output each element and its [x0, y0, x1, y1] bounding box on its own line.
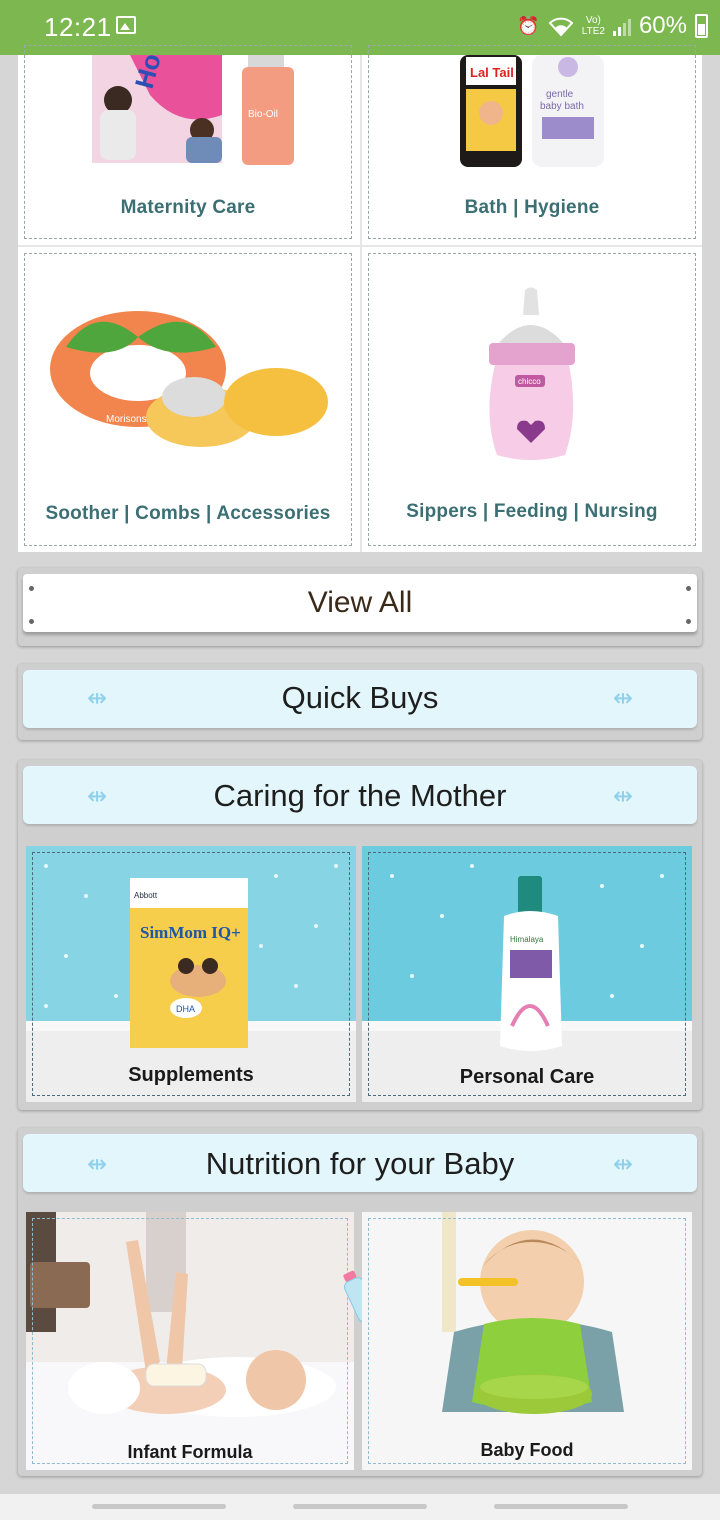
- category-soother-combs-accessories[interactable]: Morisons Soother | Combs | Accessories: [18, 247, 358, 552]
- category-maternity-care[interactable]: Horlicks Bio-Oil Maternity Care: [18, 45, 358, 245]
- svg-text:Bio-Oil: Bio-Oil: [248, 109, 278, 120]
- tile-label: Supplements: [128, 1064, 254, 1086]
- feeding-bottle-image: chicco: [489, 287, 575, 460]
- nav-recents-button[interactable]: [92, 1504, 226, 1509]
- tile-personal-care[interactable]: Himalaya Personal Care: [362, 846, 692, 1102]
- system-navigation-bar: [0, 1494, 720, 1520]
- tile-label: Baby Food: [480, 1440, 574, 1460]
- tile-label: Personal Care: [459, 1066, 595, 1088]
- tile-label: Infant Formula: [127, 1442, 253, 1462]
- mother-section-title: Caring for the Mother: [213, 778, 507, 813]
- view-all-label: View All: [307, 586, 413, 619]
- signal-icon: [612, 16, 631, 36]
- view-all-button[interactable]: View All: [23, 574, 697, 632]
- mother-section: ⇹ Caring for the Mother ⇹ Abbott SimMom …: [18, 760, 702, 1110]
- battery-percent: 60%: [638, 12, 687, 39]
- wifi-icon: [548, 17, 574, 37]
- mother-section-header: ⇹ Caring for the Mother ⇹: [23, 766, 697, 824]
- bath-products-image: Lal Tail gentle baby bath: [460, 55, 604, 167]
- svg-text:Morisons: Morisons: [106, 414, 147, 425]
- baby-section-header: ⇹ Nutrition for your Baby ⇹: [23, 1134, 697, 1192]
- fishbone-right-icon: ⇹: [612, 783, 633, 810]
- nav-home-button[interactable]: [293, 1504, 427, 1509]
- baby-section-title: Nutrition for your Baby: [205, 1146, 515, 1181]
- quick-buys-header[interactable]: ⇹ Quick Buys ⇹: [23, 670, 697, 728]
- svg-text:chicco: chicco: [518, 377, 541, 386]
- svg-text:gentle: gentle: [546, 89, 574, 100]
- tile-supplements[interactable]: Abbott SimMom IQ+ DHA Supplements: [26, 846, 356, 1102]
- tile-baby-food[interactable]: Baby Food: [362, 1212, 692, 1470]
- quick-buys-panel: ⇹ Quick Buys ⇹: [18, 664, 702, 740]
- network-type: Vo) LTE2: [581, 15, 605, 37]
- category-grid: Horlicks Bio-Oil Maternity Care Lal Tail…: [18, 45, 702, 552]
- view-all-panel: View All: [18, 568, 702, 646]
- battery-icon: [695, 14, 708, 38]
- gallery-notification-icon: [116, 16, 136, 34]
- alarm-icon: ⏰: [517, 16, 540, 36]
- nav-back-button[interactable]: [494, 1504, 628, 1509]
- svg-text:baby bath: baby bath: [540, 101, 584, 112]
- category-sippers-feeding-nursing[interactable]: chicco Sippers | Feeding | Nursing: [362, 247, 702, 552]
- svg-text:Lal Tail: Lal Tail: [470, 65, 514, 80]
- category-label: Bath | Hygiene: [464, 197, 600, 218]
- quick-buys-title: Quick Buys: [281, 680, 439, 715]
- maternity-products-image: Horlicks Bio-Oil: [92, 55, 294, 165]
- fishbone-right-icon: ⇹: [612, 685, 633, 712]
- category-label: Sippers | Feeding | Nursing: [406, 501, 658, 522]
- soother-product-image: Morisons: [50, 311, 328, 447]
- tile-infant-formula[interactable]: Infant Formula: [26, 1212, 354, 1470]
- category-label: Soother | Combs | Accessories: [45, 503, 331, 524]
- category-label: Maternity Care: [120, 197, 256, 218]
- category-bath-hygiene[interactable]: Lal Tail gentle baby bath Bath | Hygiene: [362, 45, 702, 245]
- fishbone-right-icon: ⇹: [612, 1151, 633, 1178]
- status-time: 12:21: [44, 12, 112, 42]
- baby-section: ⇹ Nutrition for your Baby ⇹ Infant Formu…: [18, 1128, 702, 1476]
